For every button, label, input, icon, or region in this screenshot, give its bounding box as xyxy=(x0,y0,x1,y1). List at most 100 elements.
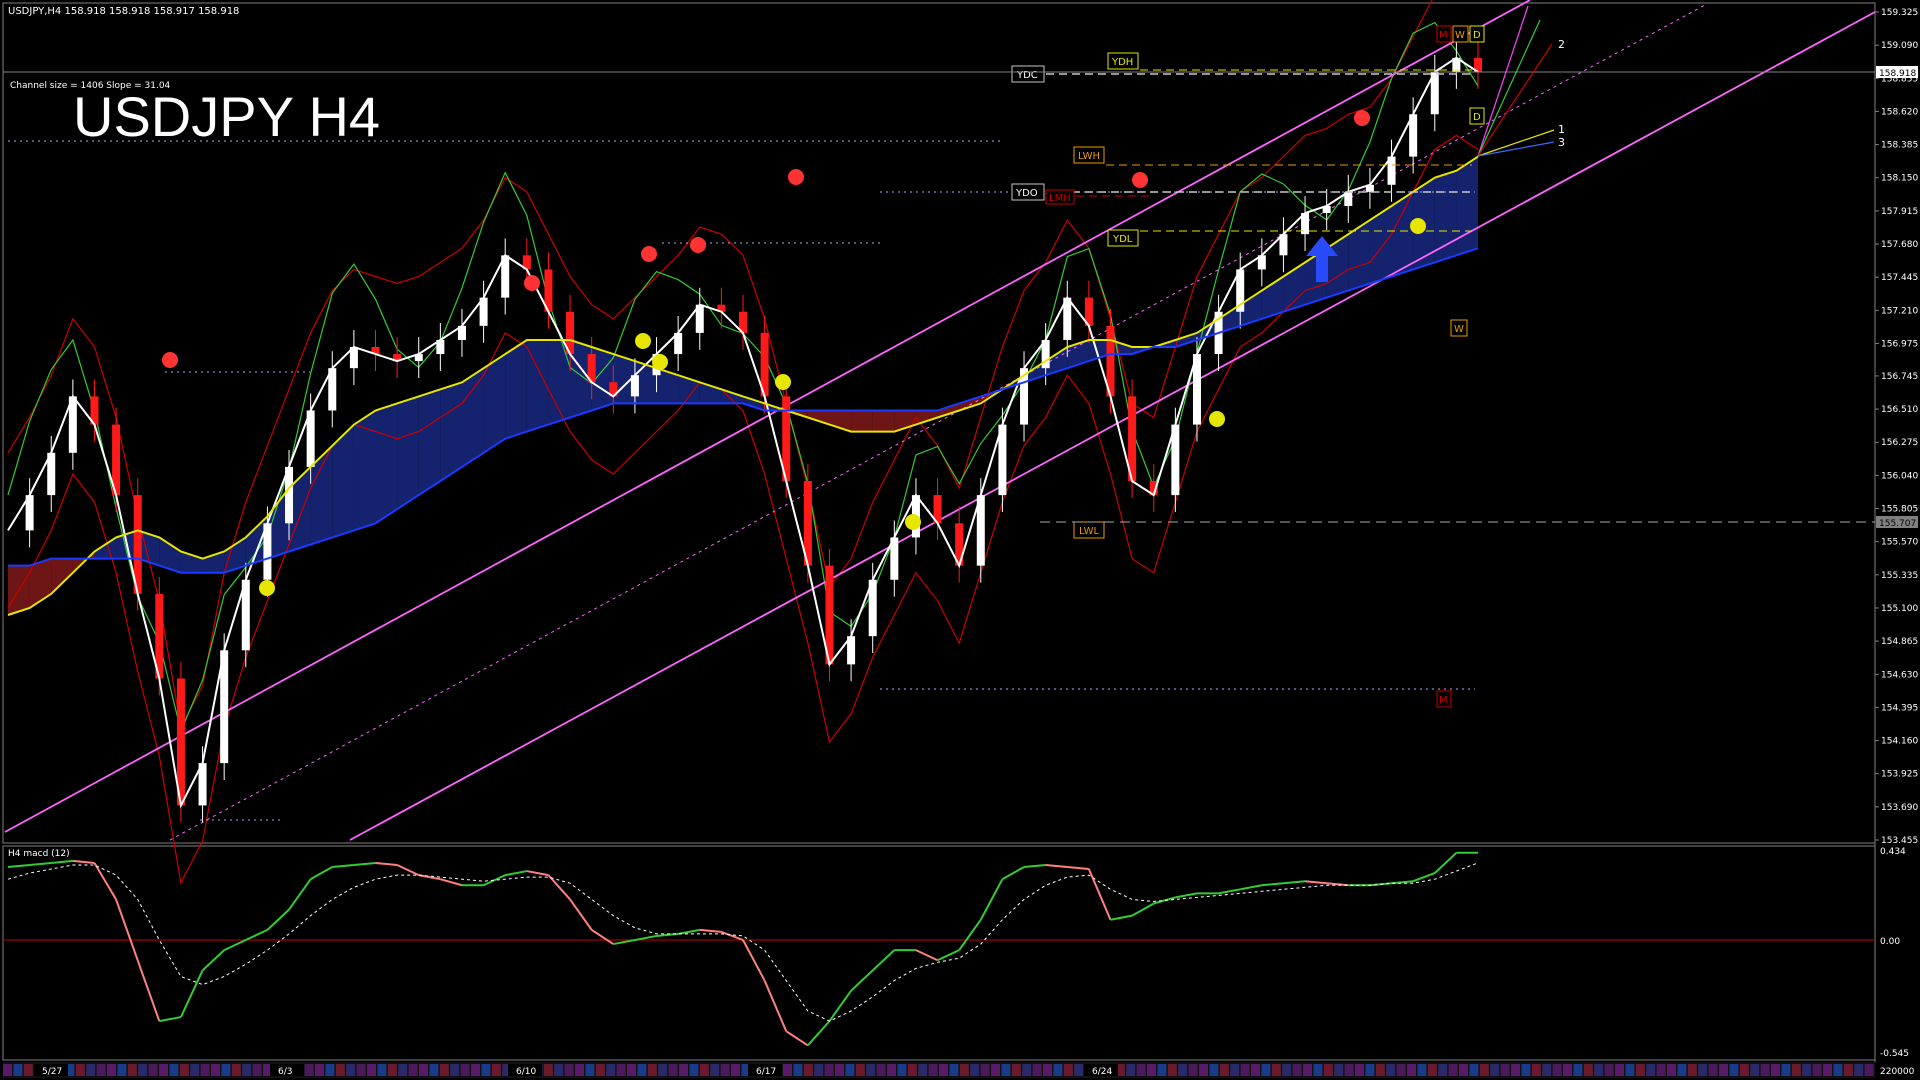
d-top-label: D xyxy=(1473,30,1481,41)
time-strip-cell xyxy=(138,1064,148,1076)
macd-segment xyxy=(375,861,398,866)
fractal-down-marker xyxy=(259,580,275,596)
cloud-segment xyxy=(418,389,441,496)
time-strip-cell xyxy=(1563,1064,1572,1076)
fractal-up-marker xyxy=(524,275,540,291)
macd-tick-bottom: -0.545 xyxy=(1880,1049,1909,1059)
macd-segment xyxy=(915,949,938,962)
time-strip-cell xyxy=(1074,1064,1084,1076)
time-strip-cell xyxy=(1615,1064,1624,1076)
time-strip-cell xyxy=(876,1064,886,1076)
time-strip-cell xyxy=(658,1064,668,1076)
macd-segment xyxy=(699,928,722,933)
time-strip-cell xyxy=(1375,1064,1385,1076)
time-strip-cell xyxy=(1313,1064,1323,1076)
time-strip-cell xyxy=(1781,1064,1791,1076)
time-label: 6/3 xyxy=(278,1067,292,1077)
time-strip-cell xyxy=(1594,1064,1604,1076)
time-strip-cell xyxy=(159,1064,168,1076)
time-strip-cell xyxy=(1344,1064,1354,1076)
cloud-segment xyxy=(397,396,419,510)
macd-segment xyxy=(677,928,700,935)
time-strip-cell xyxy=(1063,1064,1073,1076)
price-tick-label: 157.210 xyxy=(1881,306,1918,316)
time-strip-cell xyxy=(1719,1064,1728,1076)
time-strip-cell xyxy=(1157,1064,1167,1076)
time-label: 6/17 xyxy=(756,1067,776,1077)
time-strip-cell xyxy=(460,1064,470,1076)
time-strip-cell xyxy=(959,1064,969,1076)
lwl-label: LWL xyxy=(1079,526,1100,537)
time-strip-cell xyxy=(1552,1064,1562,1076)
macd-segment xyxy=(332,863,354,869)
price-axis: 159.325159.090158.855158.620158.385158.1… xyxy=(1875,8,1918,846)
time-strip-cell xyxy=(554,1064,564,1076)
time-axis-right-label: 220000 xyxy=(1880,1067,1915,1077)
time-strip-cell xyxy=(1843,1064,1853,1076)
price-tick-label: 156.275 xyxy=(1881,438,1918,448)
time-strip-cell xyxy=(1802,1064,1812,1076)
symbol-line: USDJPY,H4 158.918 158.918 158.917 158.91… xyxy=(8,6,239,17)
time-strip-cell xyxy=(1407,1064,1416,1076)
price-tick-label: 159.325 xyxy=(1881,8,1918,18)
macd-segment xyxy=(1218,888,1241,895)
moving-average-line xyxy=(7,155,1479,616)
time-strip-cell xyxy=(86,1064,96,1076)
price-tick-label: 153.925 xyxy=(1881,770,1918,780)
macd-segment xyxy=(396,864,420,877)
time-strip-cell xyxy=(1854,1064,1864,1076)
d-mid-label: D xyxy=(1473,112,1481,123)
time-strip-cell xyxy=(1043,1064,1052,1076)
time-strip-cell xyxy=(1126,1064,1136,1076)
time-strip-cell xyxy=(1292,1064,1302,1076)
time-strip-cell xyxy=(1823,1064,1832,1076)
time-strip-cell xyxy=(1542,1064,1552,1076)
macd-segment xyxy=(547,874,571,901)
time-strip-cell xyxy=(1032,1064,1042,1076)
time-strip-cell xyxy=(1750,1064,1760,1076)
cloud-segment xyxy=(872,410,895,432)
macd-segment xyxy=(569,898,593,931)
cloud-segment xyxy=(461,368,484,467)
macd-segment xyxy=(505,870,528,877)
time-strip-cell xyxy=(1427,1064,1437,1076)
fractal-down-marker xyxy=(1209,411,1225,427)
macd-segment xyxy=(115,899,139,961)
macd-segment xyxy=(1131,902,1155,917)
macd-segment xyxy=(634,934,657,941)
time-strip-cell xyxy=(699,1064,709,1076)
time-strip-cell xyxy=(1771,1064,1780,1076)
time-strip-cell xyxy=(1282,1064,1292,1076)
macd-segment xyxy=(483,874,506,887)
time-strip-cell xyxy=(1136,1064,1146,1076)
price-tick-label: 158.620 xyxy=(1881,107,1918,117)
time-strip-cell xyxy=(991,1064,1000,1076)
time-strip-cell xyxy=(1261,1064,1271,1076)
time-strip-cell xyxy=(3,1064,12,1076)
macd-segment xyxy=(785,1030,809,1047)
macd-tick-zero: 0.00 xyxy=(1880,937,1900,947)
time-strip-cell xyxy=(367,1064,376,1076)
time-strip-cell xyxy=(450,1064,460,1076)
macd-segment xyxy=(979,878,1004,921)
time-strip-cell xyxy=(1469,1064,1479,1076)
time-strip-cell xyxy=(1219,1064,1229,1076)
price-tick-label: 156.510 xyxy=(1881,405,1918,415)
trading-chart[interactable]: USDJPY,H4 158.918 158.918 158.917 158.91… xyxy=(0,0,1920,1080)
price-tick-label: 157.915 xyxy=(1881,207,1918,217)
time-strip-cell xyxy=(1001,1064,1011,1076)
time-strip-cell xyxy=(408,1064,418,1076)
time-strip-cell xyxy=(398,1064,408,1076)
cloud-segment xyxy=(1326,234,1349,298)
macd-segment xyxy=(72,859,95,864)
time-strip-cell xyxy=(252,1064,262,1076)
time-strip-cell xyxy=(855,1064,865,1076)
time-strip-cell xyxy=(606,1064,616,1076)
time-strip-cell xyxy=(783,1064,792,1076)
time-strip-cell xyxy=(970,1064,980,1076)
time-strip-cell xyxy=(75,1064,85,1076)
price-tick-label: 155.335 xyxy=(1881,571,1918,581)
macd-segment xyxy=(1304,880,1327,885)
macd-segment xyxy=(1175,892,1198,899)
time-strip-cell xyxy=(1500,1064,1510,1076)
